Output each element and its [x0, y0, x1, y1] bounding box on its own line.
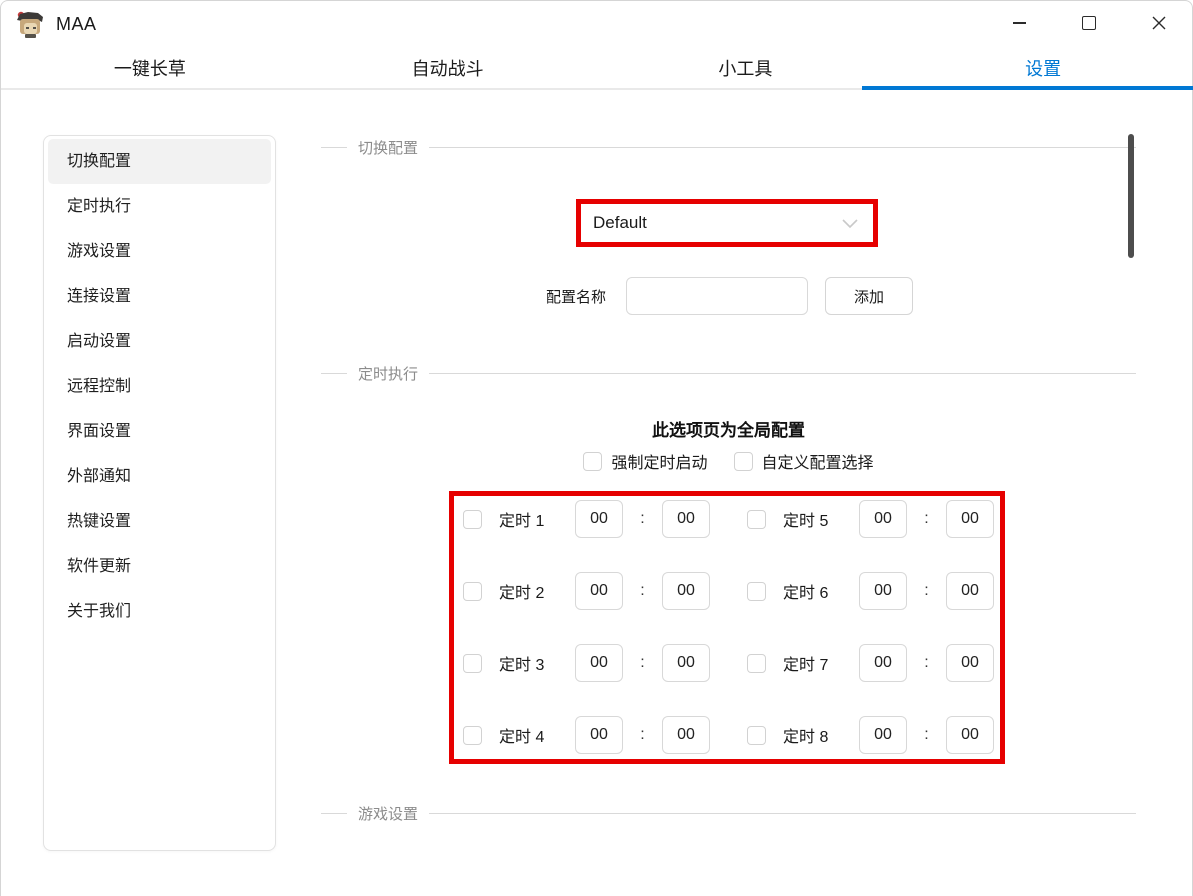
maximize-button[interactable]	[1066, 3, 1112, 43]
window-controls	[996, 3, 1182, 43]
timer-6-checkbox[interactable]	[747, 582, 766, 601]
annotation-box-timers: 定时 1 : 定时 5 : 定时 2 : 定时 6 : 定时 3	[449, 491, 1005, 764]
config-name-row: 配置名称 添加	[546, 277, 913, 315]
titlebar: MAA	[1, 1, 1192, 47]
profile-dropdown[interactable]: Default	[581, 204, 873, 242]
active-tab-underline	[862, 86, 1193, 90]
profile-dropdown-value: Default	[593, 213, 839, 233]
timer-1-label: 定时 1	[499, 507, 559, 531]
tab-settings[interactable]: 设置	[894, 47, 1192, 88]
window-minimize-icon	[1013, 22, 1026, 24]
config-name-label: 配置名称	[546, 286, 606, 307]
timer-1-hour-input[interactable]	[575, 500, 623, 538]
timer-1-minute-input[interactable]	[662, 500, 710, 538]
timer-row-4: 定时 4 : 定时 8 :	[454, 716, 1000, 754]
timer-row-1: 定时 1 : 定时 5 :	[454, 500, 1000, 538]
settings-sidebar: 切换配置 定时执行 游戏设置 连接设置 启动设置 远程控制 界面设置 外部通知 …	[43, 135, 276, 851]
timer-3-checkbox[interactable]	[463, 654, 482, 673]
tab-copilot[interactable]: 自动战斗	[299, 47, 597, 88]
timer-5-label: 定时 5	[783, 507, 843, 531]
timer-8-hour-input[interactable]	[859, 716, 907, 754]
timer-2-checkbox[interactable]	[463, 582, 482, 601]
timer-row-3: 定时 3 : 定时 7 :	[454, 644, 1000, 682]
timer-8-label: 定时 8	[783, 723, 843, 747]
force-scheduled-start-checkbox[interactable]	[583, 452, 602, 471]
timer-1-checkbox[interactable]	[463, 510, 482, 529]
close-button[interactable]	[1136, 3, 1182, 43]
custom-config-selection-option[interactable]: 自定义配置选择	[734, 449, 874, 473]
timer-2-hour-input[interactable]	[575, 572, 623, 610]
chevron-down-icon	[839, 212, 861, 234]
custom-config-selection-checkbox[interactable]	[734, 452, 753, 471]
tabbar: 一键长草 自动战斗 小工具 设置	[1, 47, 1192, 90]
timer-2-label: 定时 2	[499, 579, 559, 603]
maa-avatar-icon	[14, 8, 46, 40]
sidebar-item-remote-control[interactable]: 远程控制	[48, 364, 271, 409]
section-title-timer: 定时执行	[358, 363, 418, 384]
app-title: MAA	[56, 14, 97, 35]
tab-farming[interactable]: 一键长草	[1, 47, 299, 88]
timer-4-label: 定时 4	[499, 723, 559, 747]
timer-7-minute-input[interactable]	[946, 644, 994, 682]
timer-8-checkbox[interactable]	[747, 726, 766, 745]
timer-row-2: 定时 2 : 定时 6 :	[454, 572, 1000, 610]
timer-5-hour-input[interactable]	[859, 500, 907, 538]
timer-8-minute-input[interactable]	[946, 716, 994, 754]
timer-options-row: 强制定时启动 自定义配置选择	[321, 449, 1136, 473]
timer-6-label: 定时 6	[783, 579, 843, 603]
sidebar-item-timer[interactable]: 定时执行	[48, 184, 271, 229]
scrollbar-thumb[interactable]	[1128, 134, 1134, 258]
sidebar-item-switch-config[interactable]: 切换配置	[48, 139, 271, 184]
timer-4-minute-input[interactable]	[662, 716, 710, 754]
minimize-button[interactable]	[996, 3, 1042, 43]
section-title-game: 游戏设置	[358, 803, 418, 824]
sidebar-item-hotkeys[interactable]: 热键设置	[48, 499, 271, 544]
sidebar-item-notifications[interactable]: 外部通知	[48, 454, 271, 499]
timer-5-checkbox[interactable]	[747, 510, 766, 529]
timer-3-hour-input[interactable]	[575, 644, 623, 682]
section-title-switch-config: 切换配置	[358, 137, 418, 158]
sidebar-item-ui-settings[interactable]: 界面设置	[48, 409, 271, 454]
app-window: MAA 一键长草 自动战斗 小工具 设置 切换配置 定时执行 游戏设置 连接设置	[0, 0, 1193, 896]
annotation-box-dropdown: Default	[576, 199, 878, 247]
section-divider-game: 游戏设置	[321, 803, 1136, 823]
sidebar-item-software-update[interactable]: 软件更新	[48, 544, 271, 589]
timer-4-hour-input[interactable]	[575, 716, 623, 754]
window-maximize-icon	[1082, 16, 1096, 30]
timer-7-hour-input[interactable]	[859, 644, 907, 682]
window-close-icon	[1151, 15, 1167, 31]
config-name-input[interactable]	[626, 277, 808, 315]
sidebar-item-startup[interactable]: 启动设置	[48, 319, 271, 364]
timer-5-minute-input[interactable]	[946, 500, 994, 538]
section-divider-switch-config: 切换配置	[321, 137, 1136, 157]
timer-global-note: 此选项页为全局配置	[321, 416, 1136, 441]
sidebar-item-about[interactable]: 关于我们	[48, 589, 271, 634]
timer-7-label: 定时 7	[783, 651, 843, 675]
timer-3-label: 定时 3	[499, 651, 559, 675]
timer-7-checkbox[interactable]	[747, 654, 766, 673]
timer-2-minute-input[interactable]	[662, 572, 710, 610]
force-scheduled-start-option[interactable]: 强制定时启动	[583, 449, 707, 473]
tab-tools[interactable]: 小工具	[597, 47, 895, 88]
timer-3-minute-input[interactable]	[662, 644, 710, 682]
timer-4-checkbox[interactable]	[463, 726, 482, 745]
section-divider-timer: 定时执行	[321, 363, 1136, 383]
timer-6-hour-input[interactable]	[859, 572, 907, 610]
timer-6-minute-input[interactable]	[946, 572, 994, 610]
add-config-button[interactable]: 添加	[825, 277, 913, 315]
sidebar-item-connection[interactable]: 连接设置	[48, 274, 271, 319]
sidebar-item-game-settings[interactable]: 游戏设置	[48, 229, 271, 274]
